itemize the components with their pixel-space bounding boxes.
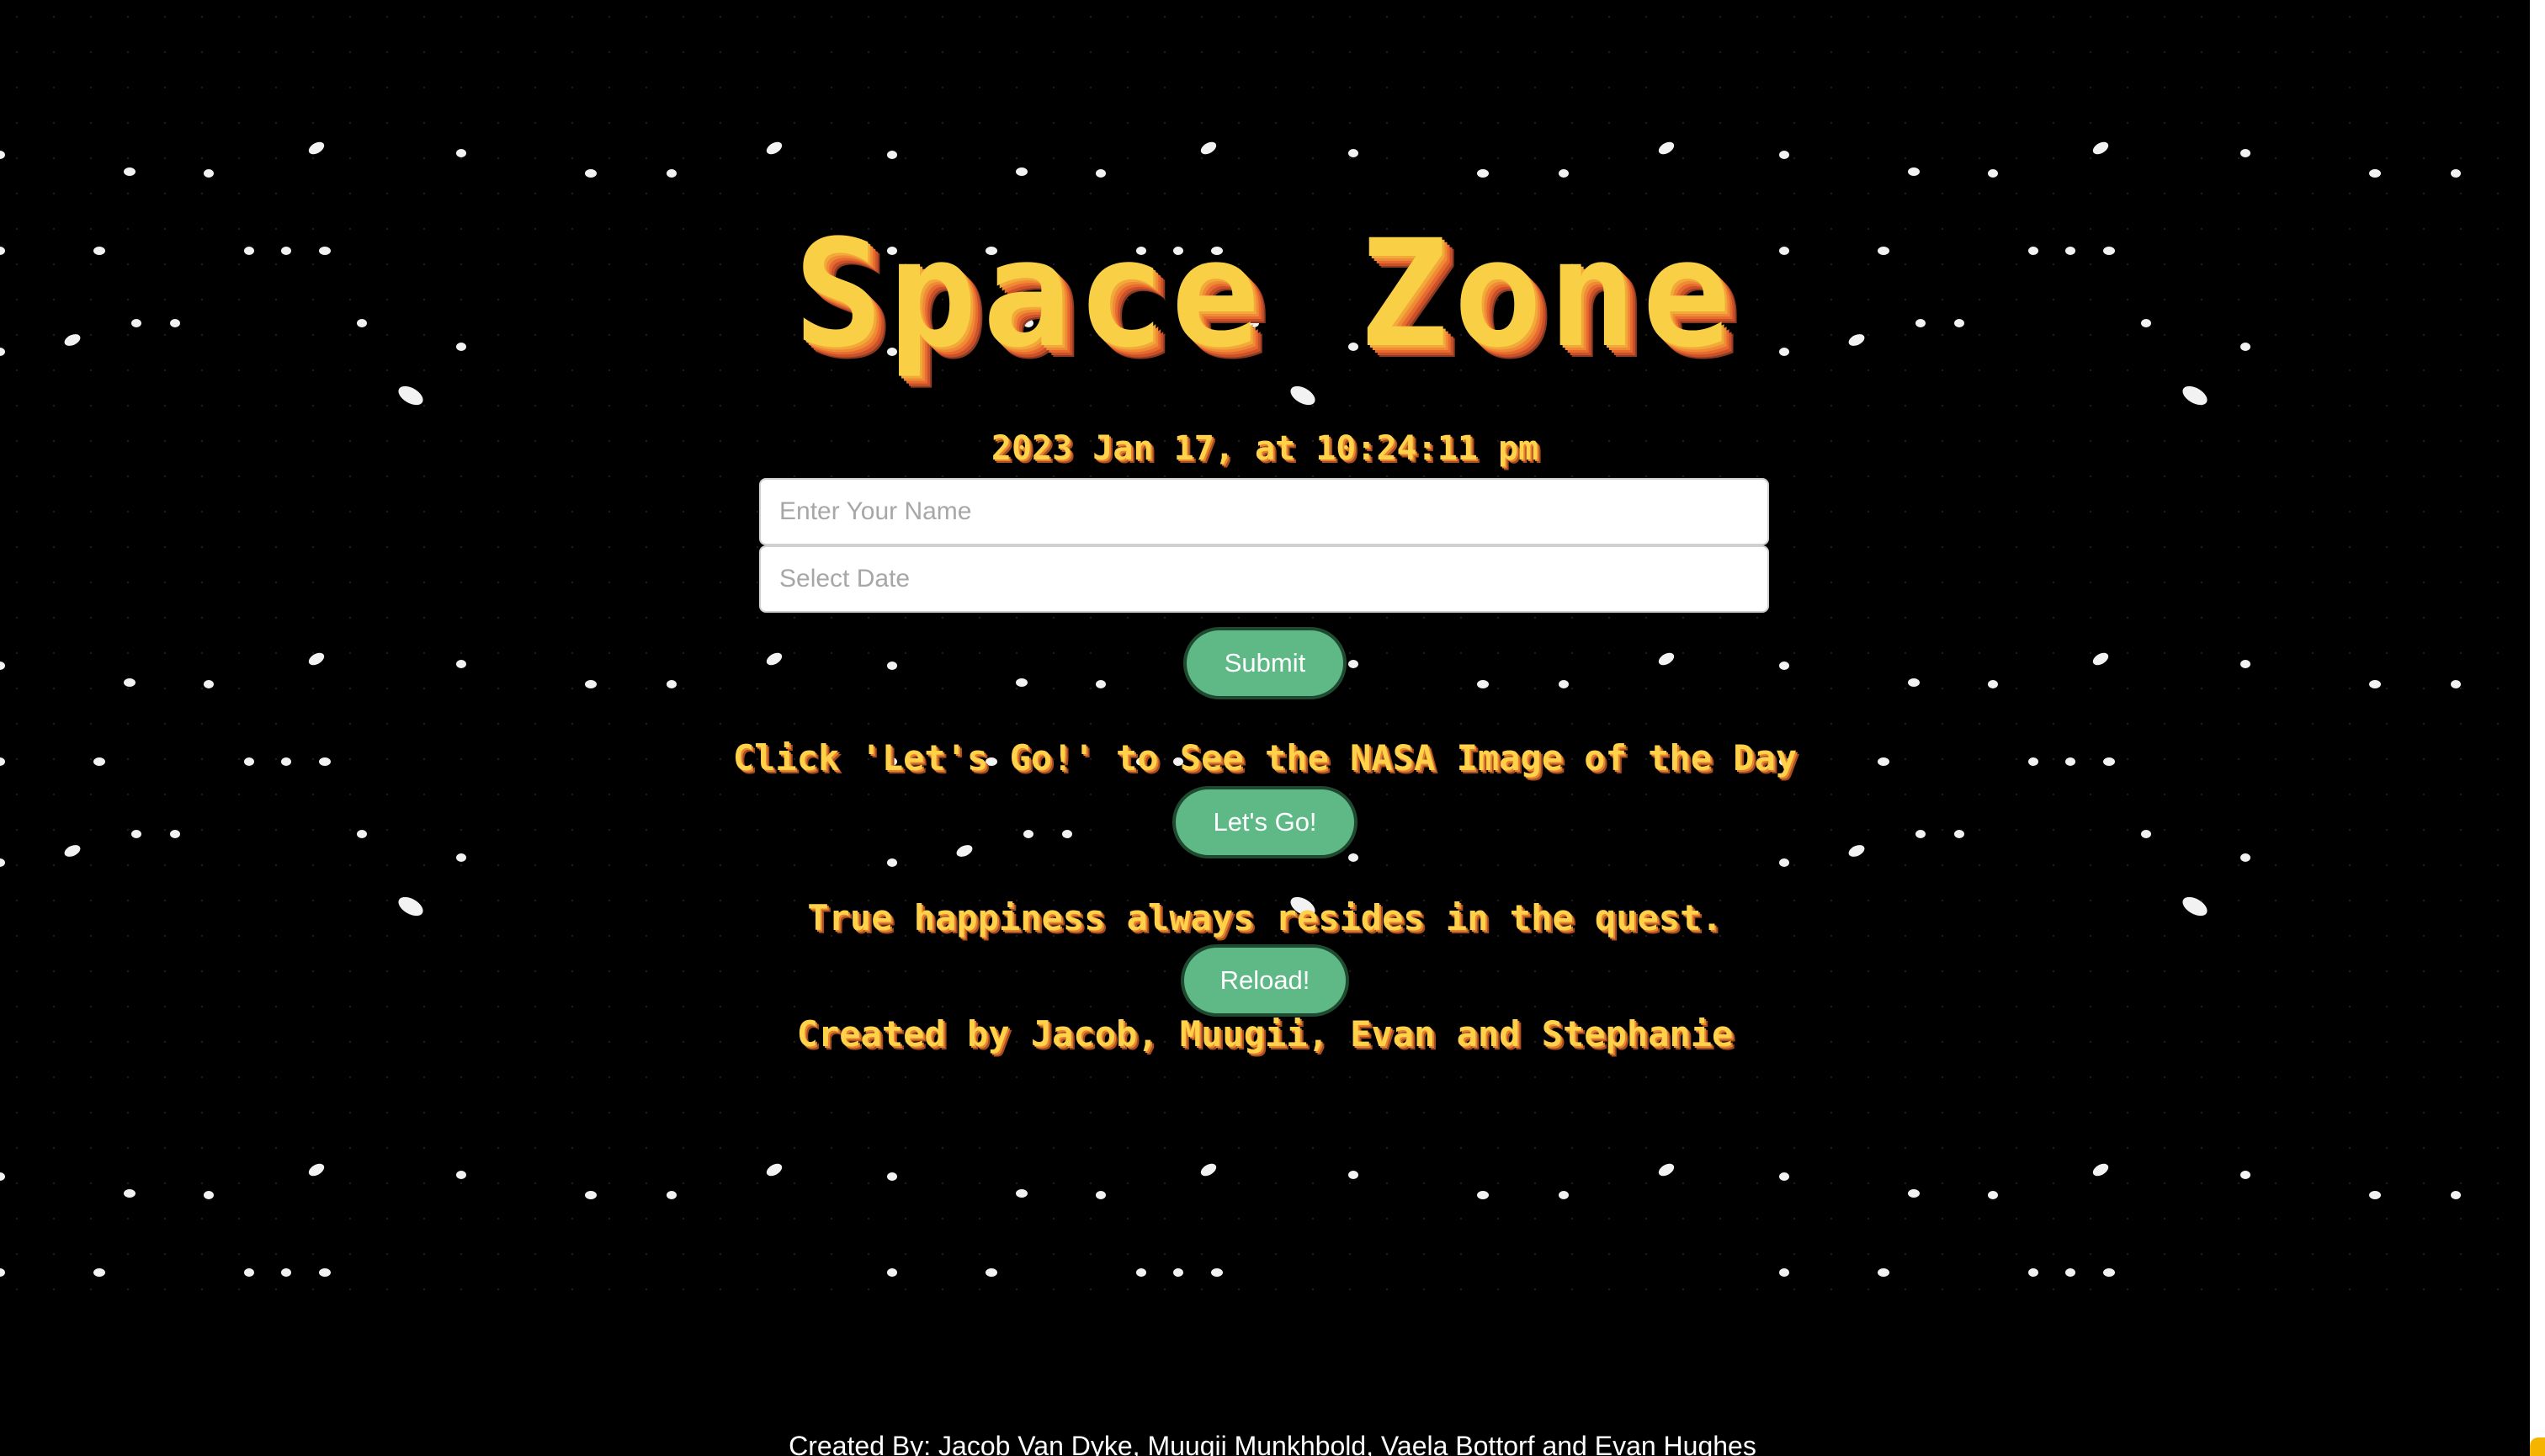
submit-button[interactable]: Submit: [1183, 627, 1347, 699]
page-title: Space Zone: [794, 208, 1736, 380]
main-content: Space Zone 2023 Jan 17, at 10:24:11 pm S…: [0, 0, 2530, 1303]
scroll-corner-indicator: [2530, 1437, 2545, 1456]
scrollbar[interactable]: [2530, 0, 2545, 1456]
nasa-prompt-text: Click 'Let's Go!' to See the NASA Image …: [732, 737, 1798, 778]
name-input[interactable]: [759, 478, 1769, 545]
date-input[interactable]: [759, 545, 1769, 613]
footer-credits: Created By: Jacob Van Dyke, Muugii Munkh…: [789, 1431, 1756, 1456]
lets-go-button[interactable]: Let's Go!: [1172, 786, 1358, 858]
quote-text: True happiness always resides in the que…: [807, 897, 1723, 938]
current-datetime: 2023 Jan 17, at 10:24:11 pm: [991, 429, 1539, 468]
reload-button[interactable]: Reload!: [1181, 944, 1349, 1017]
inline-credits: Created by Jacob, Muugii, Evan and Steph…: [796, 1013, 1734, 1055]
